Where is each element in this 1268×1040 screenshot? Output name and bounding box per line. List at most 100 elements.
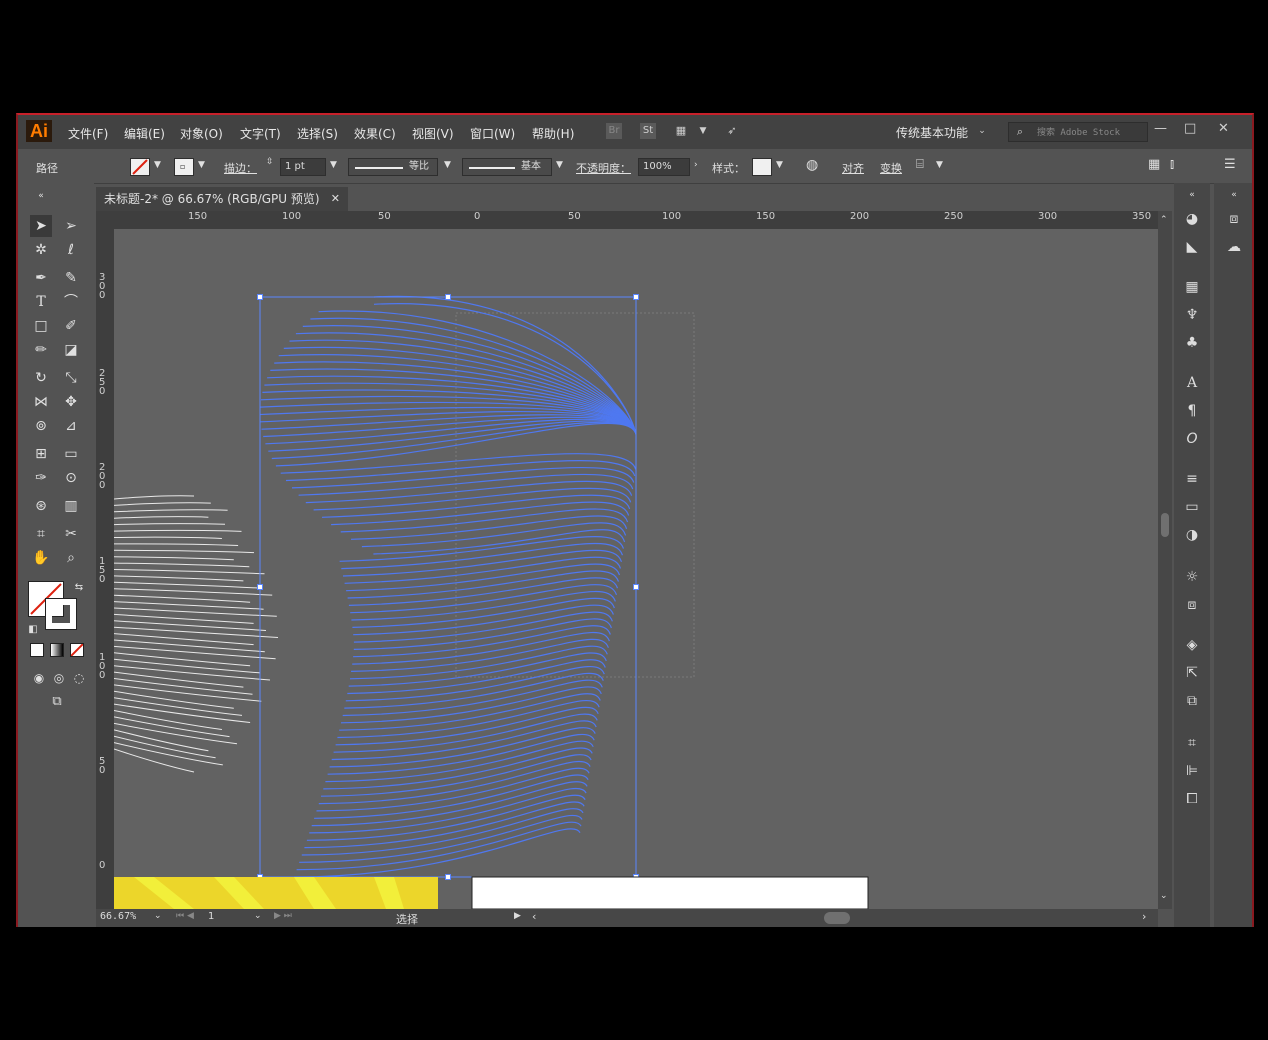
draw-inside-icon[interactable]: ◌ xyxy=(68,667,90,689)
resize-handle[interactable] xyxy=(445,294,451,300)
zoom-chevron-icon[interactable]: ⌄ xyxy=(154,911,162,921)
menu-edit[interactable]: 编辑(E) xyxy=(124,125,165,142)
stock-search-input[interactable]: 搜索 Adobe Stock xyxy=(1008,122,1148,142)
opacity-field[interactable]: 100% xyxy=(638,158,690,176)
align-panel-icon[interactable]: ⊫ xyxy=(1182,761,1202,781)
opacity-arrow-icon[interactable]: › xyxy=(694,160,698,170)
rectangle-tool-icon[interactable]: □ xyxy=(30,315,52,337)
menu-object[interactable]: 对象(O) xyxy=(180,125,223,142)
stroke-weight-chevron-icon[interactable]: ▼ xyxy=(330,160,337,170)
close-window-button[interactable]: ✕ xyxy=(1218,121,1229,136)
menu-window[interactable]: 窗口(W) xyxy=(470,125,515,142)
opentype-icon[interactable]: O xyxy=(1182,429,1202,449)
gpu-performance-icon[interactable]: ➶ xyxy=(724,123,740,139)
status-menu-icon[interactable]: ▶ xyxy=(514,911,521,921)
blue-path-line[interactable] xyxy=(353,625,611,658)
scroll-up-icon[interactable]: ⌃ xyxy=(1160,215,1168,225)
white-path-line[interactable] xyxy=(114,671,244,688)
vertical-scrollbar[interactable]: ⌃ ⌄ xyxy=(1158,211,1172,909)
pen-tool-icon[interactable]: ✒ xyxy=(30,267,52,289)
menu-view[interactable]: 视图(V) xyxy=(412,125,454,142)
artboards-icon[interactable]: ⧉ xyxy=(1182,691,1202,711)
artwork[interactable] xyxy=(114,229,1158,909)
fill-chevron-icon[interactable]: ▼ xyxy=(154,160,161,170)
white-path-line[interactable] xyxy=(114,748,195,773)
blue-path-line[interactable] xyxy=(263,416,637,438)
style-swatch[interactable] xyxy=(752,158,772,176)
white-path-line[interactable] xyxy=(114,509,228,513)
white-path-line[interactable] xyxy=(114,516,209,519)
white-path-line[interactable] xyxy=(114,658,261,674)
isolate-object-icon[interactable]: ⌸ xyxy=(916,157,924,172)
white-path-line[interactable] xyxy=(114,601,264,610)
white-path-line[interactable] xyxy=(114,575,244,582)
brushes-icon[interactable]: ♆ xyxy=(1182,305,1202,325)
blue-path-line[interactable] xyxy=(270,368,637,435)
scroll-right-icon[interactable]: › xyxy=(1142,910,1146,923)
last-artboard-icon[interactable]: ▶ ⏭ xyxy=(274,911,292,921)
collapse-tools-icon[interactable]: « xyxy=(30,185,52,207)
brush-definition[interactable]: 基本 xyxy=(462,158,552,176)
horizontal-ruler[interactable]: 150 100 50 0 50 100 150 200 250 300 350 xyxy=(96,211,1158,230)
panel-menu-icon[interactable]: ☰ xyxy=(1224,157,1236,172)
layers-icon[interactable]: ◈ xyxy=(1182,635,1202,655)
restore-button[interactable]: □ xyxy=(1184,121,1196,136)
stroke-color-box[interactable] xyxy=(45,598,77,630)
gradient-tool-icon[interactable]: ▭ xyxy=(60,443,82,465)
blue-path-line[interactable] xyxy=(353,604,614,636)
white-path-line[interactable] xyxy=(114,633,254,646)
blend-tool-icon[interactable]: ⊙ xyxy=(60,467,82,489)
draw-normal-icon[interactable]: ◉ xyxy=(28,667,50,689)
artboard-number[interactable]: 1 xyxy=(208,911,214,922)
horizontal-scroll-thumb[interactable] xyxy=(824,912,850,924)
gradient-mode-button[interactable] xyxy=(50,643,64,657)
symbol-sprayer-tool-icon[interactable]: ⊛ xyxy=(30,495,52,517)
paragraph-icon[interactable]: ¶ xyxy=(1182,401,1202,421)
distribute-icon[interactable]: ⫾ xyxy=(1170,157,1174,172)
white-path-line[interactable] xyxy=(114,543,239,546)
resize-handle[interactable] xyxy=(633,294,639,300)
libraries-icon[interactable]: ⧈ xyxy=(1224,209,1244,229)
asset-export-icon[interactable]: ⇱ xyxy=(1182,663,1202,683)
selected-path-artwork[interactable] xyxy=(259,295,637,878)
resize-handle[interactable] xyxy=(257,294,263,300)
white-path-line[interactable] xyxy=(114,536,222,539)
color-guide-icon[interactable]: ◕ xyxy=(1182,209,1202,229)
menu-file[interactable]: 文件(F) xyxy=(68,125,108,142)
recolor-artwork-icon[interactable]: ◍ xyxy=(806,157,818,173)
white-path-line[interactable] xyxy=(114,562,250,568)
white-path-line[interactable] xyxy=(114,742,223,766)
menu-effect[interactable]: 效果(C) xyxy=(354,125,396,142)
mesh-tool-icon[interactable]: ⊞ xyxy=(30,443,52,465)
lasso-tool-icon[interactable]: ℓ xyxy=(60,239,82,261)
chevron-down-icon[interactable]: ▼ xyxy=(695,123,711,139)
transform-panel-icon[interactable]: ⌗ xyxy=(1182,733,1202,753)
workspace-chevron-icon[interactable]: ⌄ xyxy=(974,123,990,139)
white-path-line[interactable] xyxy=(114,502,211,506)
scroll-down-icon[interactable]: ⌄ xyxy=(1160,891,1168,901)
symbols-icon[interactable]: ♣ xyxy=(1182,333,1202,353)
white-path-line[interactable] xyxy=(114,639,265,653)
vertical-ruler[interactable]: 300 250 200 150 100 50 0 xyxy=(96,229,115,909)
white-path-line[interactable] xyxy=(114,556,234,561)
opacity-label[interactable]: 不透明度： xyxy=(576,160,631,176)
color-mode-button[interactable] xyxy=(30,643,44,657)
profile-chevron-icon[interactable]: ▼ xyxy=(444,160,451,170)
vertical-scroll-thumb[interactable] xyxy=(1161,513,1169,537)
close-tab-icon[interactable]: ✕ xyxy=(331,187,340,211)
white-path-line[interactable] xyxy=(114,645,276,660)
stock-button[interactable]: St xyxy=(640,123,656,139)
magic-wand-tool-icon[interactable]: ✲ xyxy=(30,239,52,261)
shape-builder-tool-icon[interactable]: ⊚ xyxy=(30,415,52,437)
type-tool-icon[interactable]: T xyxy=(30,291,52,313)
artboard-chevron-icon[interactable]: ⌄ xyxy=(254,911,262,921)
zoom-level[interactable]: 66.67% xyxy=(100,911,136,922)
white-path-line[interactable] xyxy=(114,529,242,532)
graphic-styles-icon[interactable]: ⧈ xyxy=(1182,595,1202,615)
artboard-canvas[interactable] xyxy=(114,229,1158,909)
white-path-line[interactable] xyxy=(114,495,195,500)
white-path-line[interactable] xyxy=(114,665,271,681)
rotate-tool-icon[interactable]: ↻ xyxy=(30,367,52,389)
menu-select[interactable]: 选择(S) xyxy=(297,125,338,142)
curvature-tool-icon[interactable]: ✎ xyxy=(60,267,82,289)
